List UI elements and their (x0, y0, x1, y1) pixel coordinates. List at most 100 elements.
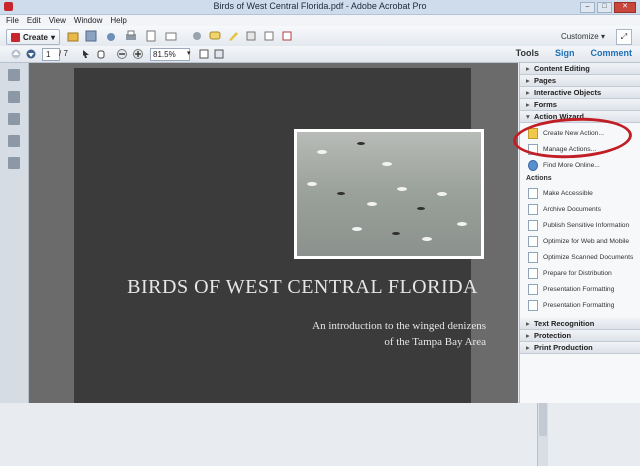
print-icon[interactable] (124, 29, 138, 43)
action-item[interactable]: Archive Documents (520, 201, 640, 217)
find-more-online-item[interactable]: Find More Online... (520, 157, 640, 173)
sign-icon[interactable] (280, 29, 294, 43)
chevron-right-icon: ▸ (526, 88, 530, 97)
menu-bar: File Edit View Window Help (0, 15, 640, 26)
create-pdf-icon (11, 32, 21, 42)
chevron-right-icon: ▸ (526, 76, 530, 85)
action-icon (528, 203, 538, 215)
select-tool-icon[interactable] (80, 47, 92, 61)
action-item[interactable]: Optimize Scanned Documents (520, 249, 640, 265)
previous-page-icon[interactable] (10, 47, 22, 61)
zoom-in-icon[interactable] (132, 47, 144, 61)
menu-window[interactable]: Window (74, 16, 102, 25)
slide-subtitle-line1: An introduction to the winged denizens (312, 320, 486, 332)
action-item[interactable]: Publish Sensitive Information (520, 217, 640, 233)
edit-icon[interactable] (144, 29, 158, 43)
email-icon[interactable] (164, 29, 178, 43)
page-thumbnails-icon[interactable] (8, 69, 20, 81)
pdf-page: BIRDS OF WEST CENTRAL FLORIDA An introdu… (74, 68, 486, 403)
section-content-editing[interactable]: ▸ Content Editing (520, 63, 640, 75)
actions-heading: Actions (526, 175, 552, 182)
section-pages[interactable]: ▸ Pages (520, 75, 640, 87)
fit-width-icon[interactable] (198, 47, 210, 61)
action-item[interactable]: Presentation Formatting (520, 281, 640, 297)
main-toolbar: Create ▾ Customize ▾ ⤢ (0, 26, 640, 47)
action-item[interactable]: Presentation Formatting (520, 297, 640, 313)
minimize-button[interactable]: – (580, 2, 595, 13)
create-button[interactable]: Create ▾ (6, 29, 60, 45)
chevron-right-icon: ▸ (526, 343, 530, 352)
save-icon[interactable] (84, 29, 98, 43)
chevron-right-icon: ▸ (526, 331, 530, 340)
customize-button[interactable]: Customize ▾ (545, 29, 605, 43)
signatures-icon[interactable] (8, 157, 20, 169)
tab-comment[interactable]: Comment (582, 46, 640, 62)
slide-title: BIRDS OF WEST CENTRAL FLORIDA (127, 276, 478, 298)
menu-edit[interactable]: Edit (27, 16, 41, 25)
bird-shape (397, 187, 407, 191)
action-icon (528, 187, 538, 199)
section-protection[interactable]: ▸ Protection (520, 330, 640, 342)
create-label: Create (23, 32, 48, 42)
bird-shape (417, 207, 425, 210)
bookmarks-icon[interactable] (8, 91, 20, 103)
menu-help[interactable]: Help (110, 16, 126, 25)
bird-shape (352, 227, 362, 231)
menu-file[interactable]: File (6, 16, 19, 25)
chevron-right-icon: ▸ (526, 100, 530, 109)
stamp-icon[interactable] (244, 29, 258, 43)
action-item[interactable]: Make Accessible (520, 185, 640, 201)
action-item[interactable]: Optimize for Web and Mobile (520, 233, 640, 249)
bird-shape (357, 142, 365, 145)
expand-icon[interactable]: ⤢ (616, 29, 632, 45)
task-pane-tabs: Tools Sign Comment (508, 46, 640, 62)
bird-photo (294, 129, 484, 259)
highlight-icon[interactable] (226, 29, 240, 43)
tab-tools[interactable]: Tools (508, 46, 547, 62)
section-forms[interactable]: ▸ Forms (520, 99, 640, 111)
fit-page-icon[interactable] (213, 47, 225, 61)
section-interactive-objects[interactable]: ▸ Interactive Objects (520, 87, 640, 99)
attach-icon[interactable] (262, 29, 276, 43)
bird-shape (457, 222, 467, 226)
maximize-button[interactable]: □ (597, 2, 612, 13)
section-text-recognition[interactable]: ▸ Text Recognition (520, 318, 640, 330)
zoom-out-icon[interactable] (116, 47, 128, 61)
settings-icon[interactable] (190, 29, 204, 43)
menu-view[interactable]: View (49, 16, 66, 25)
chevron-down-icon[interactable]: ▾ (187, 49, 191, 57)
action-icon (528, 299, 538, 311)
bird-shape (422, 237, 432, 241)
action-item[interactable]: Prepare for Distribution (520, 265, 640, 281)
chevron-down-icon: ▾ (598, 31, 605, 41)
page-number-input[interactable]: 1 (42, 48, 60, 61)
slide-subtitle: An introduction to the winged denizens o… (264, 318, 486, 350)
tools-pane: ▸ Content Editing ▸ Pages ▸ Interactive Obj… (519, 63, 640, 403)
chevron-down-icon: ▾ (526, 112, 530, 121)
close-button[interactable]: ✕ (614, 2, 636, 13)
document-area: BIRDS OF WEST CENTRAL FLORIDA An introdu… (29, 63, 548, 466)
bird-shape (437, 192, 447, 196)
open-icon[interactable] (66, 29, 80, 43)
attachments-icon[interactable] (8, 113, 20, 125)
action-icon (528, 283, 538, 295)
window-title: Birds of West Central Florida.pdf - Adob… (213, 1, 427, 11)
action-icon (528, 251, 538, 263)
hand-tool-icon[interactable] (95, 47, 107, 61)
action-icon (528, 219, 538, 231)
chevron-right-icon: ▸ (526, 319, 530, 328)
title-bar: Birds of West Central Florida.pdf - Adob… (0, 0, 640, 15)
layers-icon[interactable] (8, 135, 20, 147)
cloud-upload-icon[interactable] (104, 29, 118, 43)
section-print-production[interactable]: ▸ Print Production (520, 342, 640, 354)
bird-shape (317, 150, 327, 154)
comment-icon[interactable] (208, 29, 222, 43)
bird-shape (392, 232, 400, 235)
bird-shape (382, 162, 392, 166)
next-page-icon[interactable] (25, 47, 37, 61)
zoom-level-input[interactable]: 81.5% (150, 48, 190, 61)
action-icon (528, 235, 538, 247)
tab-sign[interactable]: Sign (547, 46, 583, 62)
globe-icon (528, 159, 538, 171)
bird-shape (337, 192, 345, 195)
